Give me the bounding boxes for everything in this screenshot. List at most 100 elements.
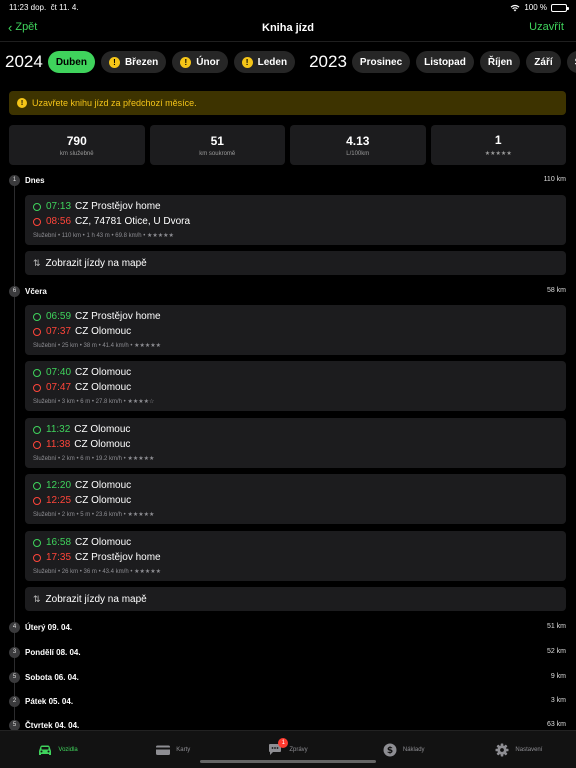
tab-nastaveni[interactable]: Nastavení <box>461 731 576 768</box>
trip-meta: Služební • 3 km • 6 m • 27.8 km/h • ★★★★… <box>33 399 155 405</box>
day-distance: 3 km <box>550 697 566 704</box>
trip-card[interactable]: 06:59 CZ Prostějov home 07:37 CZ Olomouc S… <box>25 305 566 355</box>
day-distance: 52 km <box>546 648 566 655</box>
day-distance: 63 km <box>546 721 566 728</box>
battery-icon <box>551 3 569 12</box>
trip-meta: Služební • 26 km • 36 m • 43.4 km/h • ★★… <box>33 569 162 575</box>
day-distance: 51 km <box>546 623 566 630</box>
show-map-button[interactable]: ⇅ Zobrazit jízdy na mapě <box>25 587 566 611</box>
stat-business-km: 790 km služebně <box>9 125 145 165</box>
end-point-icon <box>33 496 41 505</box>
stats-row: 790 km služebně 51 km soukromě 4.13 L/100km… <box>9 125 566 165</box>
day-header-sobota[interactable]: 5 Sobota 06. 04. 9 km <box>9 671 566 683</box>
trip-count-badge: 2 <box>9 695 20 707</box>
trip-count-badge: 6 <box>9 285 20 297</box>
trip-count-badge: 5 <box>9 719 20 731</box>
trip-card[interactable]: 12:20 CZ Olomouc 12:25 CZ Olomouc Služební… <box>25 474 566 524</box>
day-name: Čtvrtek 04. 04. <box>25 720 80 730</box>
dollar-icon: $ <box>383 743 397 756</box>
end-point-icon <box>33 327 41 336</box>
status-right: 100 % <box>510 3 569 12</box>
trip-meta: Služební • 25 km • 38 m • 41.4 km/h • ★★… <box>33 343 162 349</box>
year-label-current: 2024 <box>5 52 43 71</box>
day-header-pondeli[interactable]: 3 Pondělí 08. 04. 52 km <box>9 646 566 658</box>
month-selector[interactable]: 2024 Duben ! Březen ! Únor ! Leden 2023 Pro… <box>0 50 576 74</box>
month-chip-brezen[interactable]: ! Březen <box>100 51 167 73</box>
trip-meta: Služební • 110 km • 1 h 43 m • 69.8 km/h… <box>33 233 174 239</box>
status-bar: 11:23 dop. čt 11. 4. 100 % <box>0 0 576 14</box>
home-indicator <box>200 760 376 763</box>
map-route-icon: ⇅ <box>33 593 41 604</box>
day-distance: 110 km <box>543 176 566 183</box>
trip-card[interactable]: 11:32 CZ Olomouc 11:38 CZ Olomouc Služební… <box>25 418 566 468</box>
start-point-icon <box>33 312 41 321</box>
back-label: Zpět <box>15 21 38 33</box>
day-name: Včera <box>25 286 47 296</box>
day-name: Úterý 09. 04. <box>25 622 73 632</box>
day-name: Dnes <box>25 175 45 185</box>
warning-icon: ! <box>17 98 27 108</box>
year-label-previous: 2023 <box>309 52 347 71</box>
month-chip-prosinec[interactable]: Prosinec <box>351 51 411 73</box>
warning-icon: ! <box>241 56 253 68</box>
day-name: Sobota 06. 04. <box>25 672 79 682</box>
month-chip-srpen[interactable]: Srpen <box>566 51 576 73</box>
trip-meta: Služební • 2 km • 5 m • 23.6 km/h • ★★★★… <box>33 512 155 518</box>
banner-text: Uzavřete knihu jízd za předchozí měsíce. <box>32 98 197 108</box>
trip-count-badge: 4 <box>9 621 20 633</box>
wifi-icon <box>510 4 520 11</box>
warning-icon: ! <box>180 56 192 68</box>
trip-card[interactable]: 16:58 CZ Olomouc 17:35 CZ Prostějov home S… <box>25 531 566 581</box>
status-time: 11:23 dop. čt 11. 4. <box>9 3 79 12</box>
card-icon <box>156 745 171 755</box>
start-point-icon <box>33 202 41 211</box>
show-map-button[interactable]: ⇅ Zobrazit jízdy na mapě <box>25 251 566 275</box>
map-route-icon: ⇅ <box>33 257 41 268</box>
svg-text:$: $ <box>387 746 393 756</box>
car-icon <box>39 745 52 755</box>
day-distance: 9 km <box>550 673 566 680</box>
trip-card[interactable]: 07:13 CZ Prostějov home 08:56 CZ, 74781 Ot… <box>25 195 566 245</box>
month-chip-duben[interactable]: Duben <box>47 51 95 73</box>
trip-count-badge: 3 <box>9 646 20 658</box>
month-chip-rijen[interactable]: Říjen <box>479 51 521 73</box>
gear-icon <box>495 743 509 756</box>
day-header-dnes[interactable]: 1 Dnes 110 km <box>9 174 566 186</box>
stat-consumption: 4.13 L/100km <box>290 125 426 165</box>
trip-count-badge: 1 <box>9 174 20 186</box>
back-button[interactable]: ‹ Zpět <box>8 19 38 35</box>
day-header-patek[interactable]: 2 Pátek 05. 04. 3 km <box>9 695 566 707</box>
start-point-icon <box>33 481 41 490</box>
day-header-vcera[interactable]: 6 Včera 58 km <box>9 285 566 297</box>
chat-icon: 1 <box>268 737 289 757</box>
tab-vozidla[interactable]: Vozidla <box>0 731 115 768</box>
start-point-icon <box>33 368 41 377</box>
start-point-icon <box>33 538 41 547</box>
month-chip-zari[interactable]: Září <box>526 51 561 73</box>
end-point-icon <box>33 383 41 392</box>
start-point-icon <box>33 425 41 434</box>
month-chip-leden[interactable]: ! Leden <box>233 51 296 73</box>
day-header-utery[interactable]: 4 Úterý 09. 04. 51 km <box>9 621 566 633</box>
end-point-icon <box>33 440 41 449</box>
stat-rating: 1 ★★★★★ <box>430 125 566 165</box>
end-point-icon <box>33 217 41 226</box>
day-distance: 58 km <box>546 287 566 294</box>
end-point-icon <box>33 553 41 562</box>
month-chip-listopad[interactable]: Listopad <box>416 51 474 73</box>
trip-card[interactable]: 07:40 CZ Olomouc 07:47 CZ Olomouc Služební… <box>25 361 566 411</box>
stat-private-km: 51 km soukromě <box>149 125 285 165</box>
trip-meta: Služební • 2 km • 6 m • 19.2 km/h • ★★★★… <box>33 456 155 462</box>
battery-percent: 100 % <box>524 3 547 12</box>
warning-icon: ! <box>108 56 120 68</box>
day-name: Pátek 05. 04. <box>25 696 74 706</box>
chevron-left-icon: ‹ <box>8 19 13 35</box>
close-button[interactable]: Uzavřít <box>529 21 564 33</box>
trip-count-badge: 5 <box>9 671 20 683</box>
navigation-bar: ‹ Zpět Kniha jízd Uzavřít <box>0 16 576 42</box>
warning-banner[interactable]: ! Uzavřete knihu jízd za předchozí měsíc… <box>9 91 566 115</box>
page-title: Kniha jízd <box>262 22 314 34</box>
day-name: Pondělí 08. 04. <box>25 647 81 657</box>
month-chip-unor[interactable]: ! Únor <box>172 51 228 73</box>
notification-badge: 1 <box>278 737 289 748</box>
